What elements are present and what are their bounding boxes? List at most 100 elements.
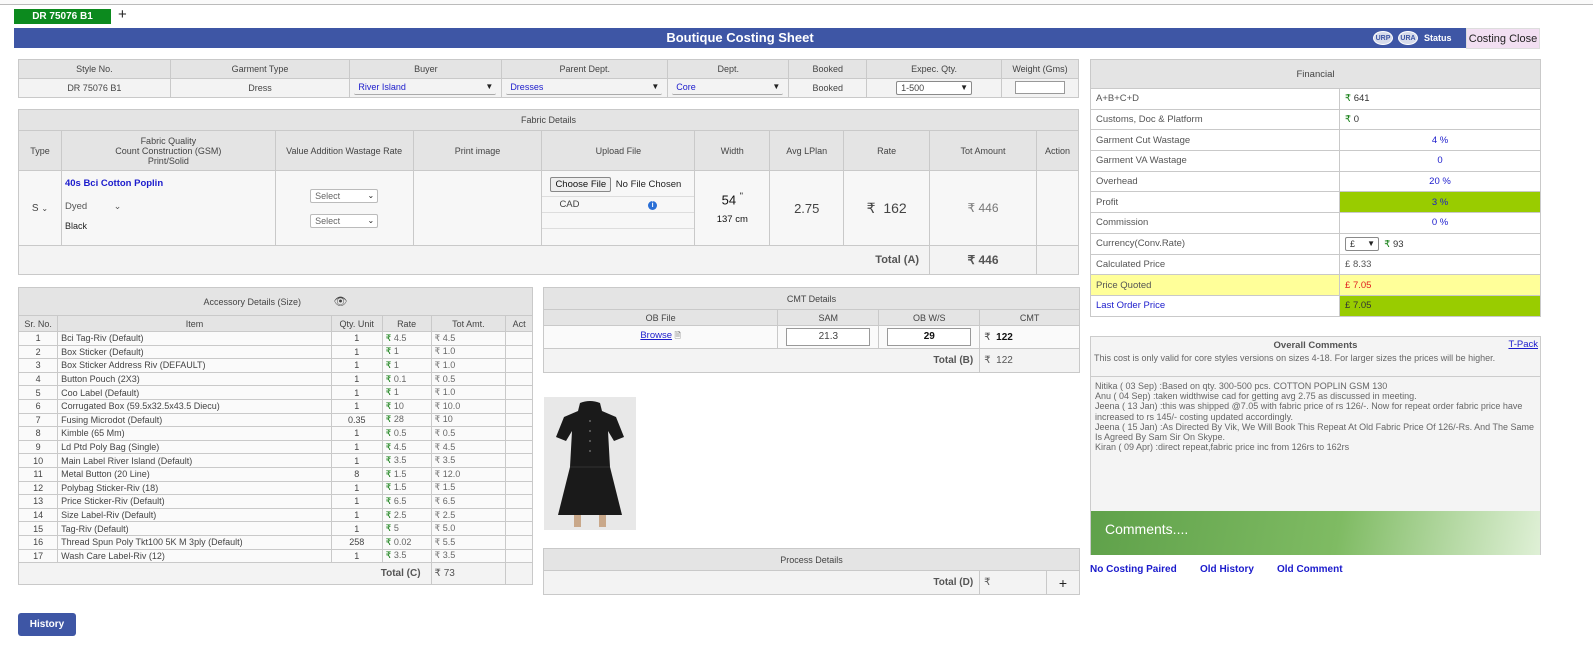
- financial-value[interactable]: 3 %: [1339, 191, 1541, 214]
- acc-item-link[interactable]: Kimble (65 Mm): [57, 426, 332, 441]
- acc-qty[interactable]: 1: [330, 453, 383, 468]
- acc-qty[interactable]: 1: [330, 507, 383, 523]
- acc-qty[interactable]: 258: [330, 534, 383, 550]
- financial-label[interactable]: Last Order Price: [1090, 294, 1340, 317]
- acc-item-link[interactable]: Bci Tag-Riv (Default): [57, 331, 332, 346]
- acc-item-link[interactable]: Box Sticker Address Riv (DEFAULT): [57, 358, 332, 373]
- currency-select[interactable]: £ ▼: [1345, 236, 1379, 251]
- history-button[interactable]: History: [18, 613, 76, 636]
- cmt-table: CMT Details OB File SAM OB W/S CMT Brows…: [542, 287, 1080, 373]
- financial-value[interactable]: 0: [1339, 150, 1541, 172]
- status-label[interactable]: Status: [1424, 33, 1452, 43]
- info-icon[interactable]: i: [648, 201, 658, 210]
- acc-item-link[interactable]: Size Label-Riv (Default): [57, 507, 332, 523]
- acc-qty[interactable]: 1: [330, 398, 383, 414]
- acc-qty[interactable]: 1: [330, 494, 383, 509]
- chevron-down-icon: ▼: [651, 82, 660, 91]
- header-type: Type: [18, 130, 62, 171]
- ura-badge[interactable]: URA: [1398, 31, 1418, 45]
- acc-sr: 14: [17, 507, 59, 523]
- acc-item-link[interactable]: Thread Spun Poly Tkt100 5K M 3ply (Defau…: [57, 534, 332, 550]
- acc-sr: 12: [17, 480, 59, 496]
- fabric-rate-value: 162: [883, 199, 907, 216]
- expec-qty-select[interactable]: 1-500 ▼: [896, 81, 973, 95]
- acc-qty[interactable]: 1: [330, 371, 383, 387]
- rupee-icon: ₹: [434, 400, 441, 411]
- old-comment-link[interactable]: Old Comment: [1277, 564, 1343, 575]
- acc-rate-value: 1: [393, 346, 399, 357]
- acc-item-link[interactable]: Tag-Riv (Default): [57, 521, 332, 536]
- acc-item-link[interactable]: Button Pouch (2X3): [57, 371, 332, 387]
- chevron-down-icon: ⌄: [41, 203, 49, 213]
- acc-tot-value: 1.0: [442, 387, 456, 398]
- financial-value[interactable]: 4 %: [1339, 129, 1541, 152]
- acc-act: [505, 439, 533, 455]
- acc-tot: ₹ 1.0: [430, 358, 507, 373]
- booked-link[interactable]: Booked: [788, 78, 868, 98]
- acc-qty[interactable]: 1: [330, 521, 383, 536]
- browse-link[interactable]: Browse: [640, 330, 672, 341]
- ob-ws-input[interactable]: 29: [887, 328, 972, 346]
- financial-value[interactable]: 0 %: [1339, 212, 1541, 234]
- choose-file-button[interactable]: Choose File: [550, 177, 612, 192]
- acc-item-link[interactable]: Metal Button (20 Line): [57, 466, 332, 482]
- wastage-select-2[interactable]: Select ⌄: [310, 213, 379, 228]
- acc-item-link[interactable]: Ld Ptd Poly Bag (Single): [57, 439, 332, 455]
- dyed-select[interactable]: Dyed ⌄: [65, 201, 272, 212]
- wastage-select-1[interactable]: Select ⌄: [310, 188, 379, 203]
- chevron-down-icon: ⌄: [367, 215, 375, 225]
- fabric-quality-link[interactable]: 40s Bci Cotton Poplin: [65, 178, 272, 189]
- old-history-link[interactable]: Old History: [1200, 564, 1254, 575]
- rupee-icon: ₹: [434, 568, 441, 580]
- acc-qty[interactable]: 8: [330, 466, 383, 482]
- add-tab-button[interactable]: +: [118, 6, 127, 23]
- acc-qty[interactable]: 1: [330, 385, 383, 400]
- acc-qty[interactable]: 1: [330, 548, 383, 564]
- header-tot-amount: Tot Amount: [929, 130, 1037, 171]
- acc-qty[interactable]: 1: [330, 426, 383, 441]
- sam-input[interactable]: 21.3: [786, 328, 871, 346]
- file-icon[interactable]: 🗎: [675, 331, 681, 340]
- rupee-icon: ₹: [385, 495, 392, 506]
- acc-item-link[interactable]: Box Sticker (Default): [57, 344, 332, 360]
- acc-item-link[interactable]: Corrugated Box (59.5x32.5x43.5 Diecu): [57, 398, 332, 414]
- eye-icon[interactable]: 👁: [334, 296, 348, 308]
- comment-input[interactable]: Comments....: [1091, 511, 1540, 555]
- acc-rate-value: 2.5: [393, 509, 407, 520]
- acc-act: [505, 344, 533, 360]
- dept-select[interactable]: Core ▼: [672, 81, 784, 95]
- acc-qty[interactable]: 1: [330, 358, 383, 373]
- acc-item-link[interactable]: Polybag Sticker-Riv (18): [57, 480, 332, 496]
- fabric-type-select[interactable]: S ⌄: [19, 203, 61, 214]
- wastage-select-1-value: Select: [315, 190, 341, 201]
- parent-dept-select[interactable]: Dresses ▼: [506, 81, 663, 95]
- add-process-button[interactable]: +: [1046, 570, 1080, 595]
- acc-rate: ₹ 4.5: [381, 439, 432, 455]
- acc-item-link[interactable]: Wash Care Label-Riv (12): [57, 548, 332, 564]
- acc-item-link[interactable]: Price Sticker-Riv (Default): [57, 494, 332, 509]
- acc-item-link[interactable]: Fusing Microdot (Default): [57, 412, 332, 428]
- financial-value-text: 0: [1437, 155, 1443, 167]
- acc-qty[interactable]: 1: [330, 480, 383, 496]
- tpack-link[interactable]: T-Pack: [1508, 339, 1538, 350]
- acc-qty[interactable]: 1: [330, 439, 383, 455]
- acc-tot-value: 1.0: [442, 359, 456, 370]
- comment-entry: Kiran ( 09 Apr) :direct repeat,fabric pr…: [1095, 442, 1350, 453]
- acc-qty[interactable]: 1: [330, 344, 383, 360]
- no-costing-paired-link[interactable]: No Costing Paired: [1090, 564, 1177, 575]
- acc-item-link[interactable]: Coo Label (Default): [57, 385, 332, 400]
- acc-qty[interactable]: 1: [330, 331, 383, 346]
- acc-qty[interactable]: 0.35: [330, 412, 383, 428]
- weight-input[interactable]: [1015, 80, 1065, 94]
- costing-close-button[interactable]: Costing Close: [1466, 28, 1540, 49]
- acc-tot-value: 0.5: [442, 427, 456, 438]
- acc-item-link[interactable]: Main Label River Island (Default): [57, 453, 332, 468]
- acc-rate: ₹ 0.02: [381, 534, 432, 550]
- financial-value[interactable]: 20 %: [1339, 170, 1541, 193]
- tab-style[interactable]: DR 75076 B1: [14, 9, 111, 24]
- urp-badge[interactable]: URP: [1373, 31, 1393, 45]
- fabric-rate: ₹ 162: [843, 170, 931, 246]
- buyer-select[interactable]: River Island ▼: [354, 81, 497, 95]
- header-sam: SAM: [777, 309, 880, 326]
- pound-icon: £: [1345, 300, 1351, 312]
